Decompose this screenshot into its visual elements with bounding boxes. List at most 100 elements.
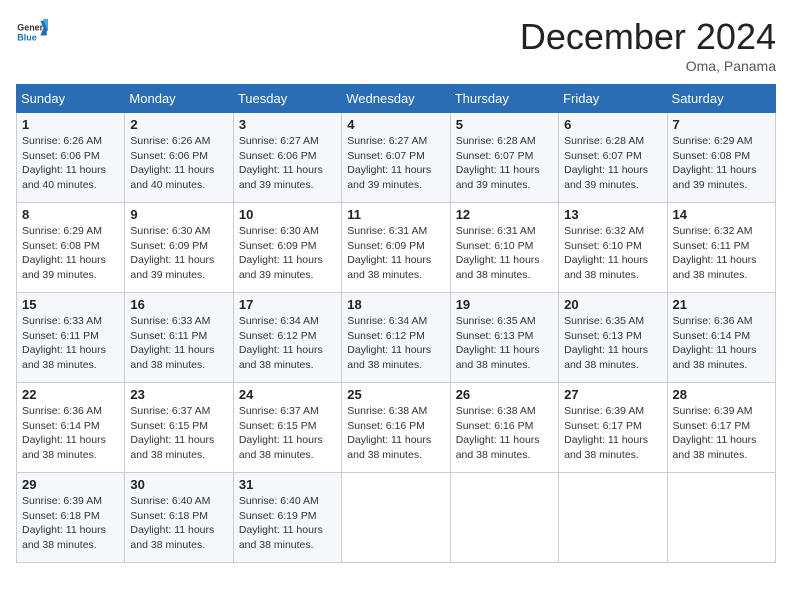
day-info: Sunrise: 6:39 AMSunset: 6:17 PMDaylight:… (564, 404, 661, 463)
day-number: 7 (673, 117, 770, 132)
day-info: Sunrise: 6:38 AMSunset: 6:16 PMDaylight:… (456, 404, 553, 463)
day-number: 14 (673, 207, 770, 222)
day-number: 18 (347, 297, 444, 312)
col-tuesday: Tuesday (233, 85, 341, 113)
day-info: Sunrise: 6:27 AMSunset: 6:07 PMDaylight:… (347, 134, 444, 193)
calendar-day-cell: 12 Sunrise: 6:31 AMSunset: 6:10 PMDayligh… (450, 203, 558, 293)
day-number: 8 (22, 207, 119, 222)
day-number: 20 (564, 297, 661, 312)
day-number: 10 (239, 207, 336, 222)
calendar-day-cell: 9Sunrise: 6:30 AMSunset: 6:09 PMDaylight… (125, 203, 233, 293)
day-number: 12 (456, 207, 553, 222)
calendar-day-cell: 7 Sunrise: 6:29 AMSunset: 6:08 PMDaylight… (667, 113, 775, 203)
calendar-day-cell: 16 Sunrise: 6:33 AMSunset: 6:11 PMDayligh… (125, 293, 233, 383)
day-number: 4 (347, 117, 444, 132)
day-number: 31 (239, 477, 336, 492)
calendar-table: Sunday Monday Tuesday Wednesday Thursday… (16, 84, 776, 563)
calendar-day-cell: 22 Sunrise: 6:36 AMSunset: 6:14 PMDayligh… (17, 383, 125, 473)
calendar-day-cell: 1Sunrise: 6:26 AMSunset: 6:06 PMDaylight… (17, 113, 125, 203)
calendar-day-cell: 23 Sunrise: 6:37 AMSunset: 6:15 PMDayligh… (125, 383, 233, 473)
day-info: Sunrise: 6:35 AMSunset: 6:13 PMDaylight:… (564, 314, 661, 373)
day-number: 24 (239, 387, 336, 402)
calendar-day-cell: 13 Sunrise: 6:32 AMSunset: 6:10 PMDayligh… (559, 203, 667, 293)
logo: General Blue (16, 16, 48, 53)
calendar-week-row: 15Sunrise: 6:33 AMSunset: 6:11 PMDayligh… (17, 293, 776, 383)
calendar-day-cell: 10 Sunrise: 6:30 AMSunset: 6:09 PMDayligh… (233, 203, 341, 293)
calendar-day-cell: 18 Sunrise: 6:34 AMSunset: 6:12 PMDayligh… (342, 293, 450, 383)
calendar-week-row: 29 Sunrise: 6:39 AMSunset: 6:18 PMDayligh… (17, 473, 776, 563)
calendar-day-cell: 3Sunrise: 6:27 AMSunset: 6:06 PMDaylight… (233, 113, 341, 203)
calendar-day-cell: 14 Sunrise: 6:32 AMSunset: 6:11 PMDayligh… (667, 203, 775, 293)
day-info: Sunrise: 6:34 AMSunset: 6:12 PMDaylight:… (347, 314, 444, 373)
day-info: Sunrise: 6:35 AMSunset: 6:13 PMDaylight:… (456, 314, 553, 373)
svg-text:Blue: Blue (17, 33, 36, 43)
day-number: 29 (22, 477, 119, 492)
col-monday: Monday (125, 85, 233, 113)
day-info: Sunrise: 6:30 AMSunset: 6:09 PMDaylight:… (239, 224, 336, 283)
page-header: General Blue December 2024 Oma, Panama (16, 16, 776, 74)
calendar-day-cell: 17 Sunrise: 6:34 AMSunset: 6:12 PMDayligh… (233, 293, 341, 383)
day-info: Sunrise: 6:33 AMSunset: 6:11 PMDaylight:… (22, 314, 119, 373)
calendar-day-cell: 25 Sunrise: 6:38 AMSunset: 6:16 PMDayligh… (342, 383, 450, 473)
calendar-week-row: 22 Sunrise: 6:36 AMSunset: 6:14 PMDayligh… (17, 383, 776, 473)
col-sunday: Sunday (17, 85, 125, 113)
day-info: Sunrise: 6:31 AMSunset: 6:10 PMDaylight:… (456, 224, 553, 283)
day-info: Sunrise: 6:36 AMSunset: 6:14 PMDaylight:… (22, 404, 119, 463)
day-info: Sunrise: 6:37 AMSunset: 6:15 PMDaylight:… (239, 404, 336, 463)
calendar-day-cell: 28Sunrise: 6:39 AMSunset: 6:17 PMDayligh… (667, 383, 775, 473)
calendar-day-cell: 6 Sunrise: 6:28 AMSunset: 6:07 PMDaylight… (559, 113, 667, 203)
calendar-week-row: 8 Sunrise: 6:29 AMSunset: 6:08 PMDaylight… (17, 203, 776, 293)
day-info: Sunrise: 6:28 AMSunset: 6:07 PMDaylight:… (456, 134, 553, 193)
day-info: Sunrise: 6:26 AMSunset: 6:06 PMDaylight:… (130, 134, 227, 193)
day-info: Sunrise: 6:29 AMSunset: 6:08 PMDaylight:… (673, 134, 770, 193)
day-info: Sunrise: 6:40 AMSunset: 6:19 PMDaylight:… (239, 494, 336, 553)
day-info: Sunrise: 6:39 AMSunset: 6:18 PMDaylight:… (22, 494, 119, 553)
day-info: Sunrise: 6:31 AMSunset: 6:09 PMDaylight:… (347, 224, 444, 283)
calendar-day-cell: 31 Sunrise: 6:40 AMSunset: 6:19 PMDayligh… (233, 473, 341, 563)
day-info: Sunrise: 6:32 AMSunset: 6:10 PMDaylight:… (564, 224, 661, 283)
day-number: 21 (673, 297, 770, 312)
day-info: Sunrise: 6:26 AMSunset: 6:06 PMDaylight:… (22, 134, 119, 193)
day-number: 3 (239, 117, 336, 132)
month-title: December 2024 (520, 16, 776, 58)
calendar-day-cell: 8 Sunrise: 6:29 AMSunset: 6:08 PMDaylight… (17, 203, 125, 293)
col-wednesday: Wednesday (342, 85, 450, 113)
calendar-day-cell (559, 473, 667, 563)
day-number: 23 (130, 387, 227, 402)
calendar-day-cell: 29 Sunrise: 6:39 AMSunset: 6:18 PMDayligh… (17, 473, 125, 563)
day-number: 6 (564, 117, 661, 132)
day-info: Sunrise: 6:34 AMSunset: 6:12 PMDaylight:… (239, 314, 336, 373)
col-saturday: Saturday (667, 85, 775, 113)
calendar-day-cell: 15Sunrise: 6:33 AMSunset: 6:11 PMDayligh… (17, 293, 125, 383)
calendar-day-cell: 21 Sunrise: 6:36 AMSunset: 6:14 PMDayligh… (667, 293, 775, 383)
calendar-day-cell: 26 Sunrise: 6:38 AMSunset: 6:16 PMDayligh… (450, 383, 558, 473)
day-info: Sunrise: 6:32 AMSunset: 6:11 PMDaylight:… (673, 224, 770, 283)
day-info: Sunrise: 6:37 AMSunset: 6:15 PMDaylight:… (130, 404, 227, 463)
calendar-day-cell (342, 473, 450, 563)
day-number: 25 (347, 387, 444, 402)
calendar-header-row: Sunday Monday Tuesday Wednesday Thursday… (17, 85, 776, 113)
calendar-day-cell (667, 473, 775, 563)
day-info: Sunrise: 6:38 AMSunset: 6:16 PMDaylight:… (347, 404, 444, 463)
calendar-day-cell: 19 Sunrise: 6:35 AMSunset: 6:13 PMDayligh… (450, 293, 558, 383)
calendar-day-cell (450, 473, 558, 563)
day-number: 17 (239, 297, 336, 312)
day-number: 22 (22, 387, 119, 402)
col-friday: Friday (559, 85, 667, 113)
day-number: 26 (456, 387, 553, 402)
day-info: Sunrise: 6:28 AMSunset: 6:07 PMDaylight:… (564, 134, 661, 193)
calendar-day-cell: 11Sunrise: 6:31 AMSunset: 6:09 PMDayligh… (342, 203, 450, 293)
calendar-day-cell: 30 Sunrise: 6:40 AMSunset: 6:18 PMDayligh… (125, 473, 233, 563)
day-info: Sunrise: 6:39 AMSunset: 6:17 PMDaylight:… (673, 404, 770, 463)
location-subtitle: Oma, Panama (520, 58, 776, 74)
day-info: Sunrise: 6:36 AMSunset: 6:14 PMDaylight:… (673, 314, 770, 373)
day-number: 30 (130, 477, 227, 492)
calendar-day-cell: 2Sunrise: 6:26 AMSunset: 6:06 PMDaylight… (125, 113, 233, 203)
day-info: Sunrise: 6:29 AMSunset: 6:08 PMDaylight:… (22, 224, 119, 283)
day-number: 19 (456, 297, 553, 312)
day-info: Sunrise: 6:33 AMSunset: 6:11 PMDaylight:… (130, 314, 227, 373)
day-number: 16 (130, 297, 227, 312)
day-number: 13 (564, 207, 661, 222)
day-info: Sunrise: 6:40 AMSunset: 6:18 PMDaylight:… (130, 494, 227, 553)
calendar-day-cell: 27Sunrise: 6:39 AMSunset: 6:17 PMDayligh… (559, 383, 667, 473)
